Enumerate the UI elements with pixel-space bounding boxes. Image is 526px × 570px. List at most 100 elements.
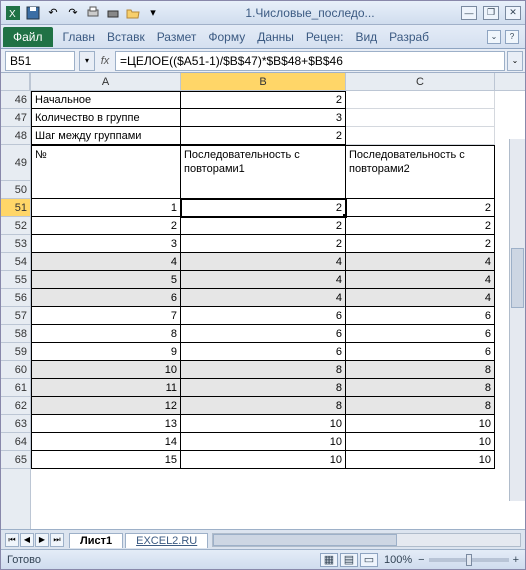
view-layout-icon[interactable]: ▤ [340, 553, 358, 567]
row-header[interactable]: 51 [1, 199, 30, 217]
help-icon[interactable]: ? [505, 30, 519, 44]
row-header[interactable]: 54 [1, 253, 30, 271]
table-row[interactable]: 14 [31, 433, 181, 451]
row-header[interactable]: 62 [1, 397, 30, 415]
cell[interactable] [346, 181, 495, 199]
cell-label[interactable]: Начальное [31, 91, 181, 109]
redo-icon[interactable]: ↷ [65, 5, 81, 21]
row-header[interactable]: 60 [1, 361, 30, 379]
cell[interactable]: 2 [346, 235, 495, 253]
cell[interactable]: 8 [346, 397, 495, 415]
cell[interactable]: 4 [346, 253, 495, 271]
print-icon[interactable] [105, 5, 121, 21]
cell[interactable] [346, 109, 495, 127]
row-header[interactable]: 57 [1, 307, 30, 325]
cell[interactable]: 4 [346, 289, 495, 307]
cell[interactable]: 8 [346, 361, 495, 379]
col-header-B[interactable]: B [181, 73, 346, 90]
cell[interactable]: 2 [181, 217, 346, 235]
sheet-tab-link[interactable]: EXCEL2.RU [125, 533, 208, 548]
ribbon-tab-formulas[interactable]: Форму [202, 27, 251, 47]
cell[interactable]: 4 [181, 289, 346, 307]
tab-nav-first-icon[interactable]: ⏮ [5, 533, 19, 547]
cell[interactable]: 4 [346, 271, 495, 289]
cell[interactable] [346, 127, 495, 145]
fx-button[interactable]: fx [95, 55, 115, 67]
cell[interactable] [181, 181, 346, 199]
tab-nav-last-icon[interactable]: ⏭ [50, 533, 64, 547]
zoom-out-button[interactable]: − [418, 554, 424, 566]
col-header-C[interactable]: C [346, 73, 495, 90]
cell-label[interactable]: Шаг между группами [31, 127, 181, 145]
table-row[interactable]: 13 [31, 415, 181, 433]
row-header[interactable]: 53 [1, 235, 30, 253]
row-header[interactable]: 49 [1, 145, 30, 181]
row-header[interactable]: 55 [1, 271, 30, 289]
cell[interactable]: 6 [181, 325, 346, 343]
cell[interactable]: 6 [346, 307, 495, 325]
ribbon-tab-developer[interactable]: Разраб [383, 27, 435, 47]
row-header[interactable]: 59 [1, 343, 30, 361]
cell[interactable]: 8 [181, 397, 346, 415]
formula-input[interactable]: =ЦЕЛОЕ(($A51-1)/$B$47)*$B$48+$B$46 [115, 51, 505, 71]
row-header[interactable]: 48 [1, 127, 30, 145]
cell[interactable]: 4 [181, 271, 346, 289]
row-header[interactable]: 61 [1, 379, 30, 397]
cell[interactable]: 10 [346, 451, 495, 469]
cell[interactable]: 10 [346, 415, 495, 433]
cell[interactable]: 2 [181, 235, 346, 253]
open-icon[interactable] [125, 5, 141, 21]
close-button[interactable]: ✕ [505, 6, 521, 20]
table-row[interactable]: 6 [31, 289, 181, 307]
zoom-in-button[interactable]: + [513, 554, 519, 566]
ribbon-tab-data[interactable]: Данны [251, 27, 300, 47]
ribbon-tab-layout[interactable]: Размет [151, 27, 203, 47]
ribbon-collapse-icon[interactable]: ⌄ [487, 30, 501, 44]
row-header[interactable]: 52 [1, 217, 30, 235]
cell[interactable]: 6 [346, 343, 495, 361]
cell[interactable]: 6 [181, 307, 346, 325]
table-row[interactable]: 12 [31, 397, 181, 415]
cell[interactable]: 2 [181, 199, 346, 217]
cell[interactable]: 8 [346, 379, 495, 397]
undo-icon[interactable]: ↶ [45, 5, 61, 21]
zoom-slider[interactable] [429, 558, 509, 562]
table-row[interactable]: 15 [31, 451, 181, 469]
ribbon-tab-view[interactable]: Вид [349, 27, 383, 47]
formula-expand-icon[interactable]: ⌄ [507, 51, 523, 71]
cell[interactable]: 4 [181, 253, 346, 271]
cell[interactable]: 6 [181, 343, 346, 361]
qat-dropdown-icon[interactable]: ▾ [145, 5, 161, 21]
table-row[interactable]: 5 [31, 271, 181, 289]
row-header[interactable]: 50 [1, 181, 30, 199]
name-box-dropdown-icon[interactable]: ▾ [79, 51, 95, 71]
row-header[interactable]: 63 [1, 415, 30, 433]
print-preview-icon[interactable] [85, 5, 101, 21]
cell[interactable]: 3 [181, 109, 346, 127]
cell[interactable]: 2 [181, 127, 346, 145]
cell[interactable]: 2 [346, 199, 495, 217]
cell[interactable] [31, 181, 181, 199]
table-row[interactable]: 11 [31, 379, 181, 397]
ribbon-tab-insert[interactable]: Вставк [101, 27, 151, 47]
tab-nav-prev-icon[interactable]: ◀ [20, 533, 34, 547]
sheet-tab-active[interactable]: Лист1 [69, 533, 123, 548]
table-row[interactable]: 10 [31, 361, 181, 379]
tab-nav-next-icon[interactable]: ▶ [35, 533, 49, 547]
zoom-level[interactable]: 100% [384, 554, 412, 566]
table-row[interactable]: 8 [31, 325, 181, 343]
row-header[interactable]: 56 [1, 289, 30, 307]
table-row[interactable]: 3 [31, 235, 181, 253]
cell[interactable]: 2 [346, 217, 495, 235]
ribbon-tab-home[interactable]: Главн [57, 27, 102, 47]
cell[interactable]: 2 [181, 91, 346, 109]
cell[interactable]: 10 [181, 451, 346, 469]
row-header[interactable]: 58 [1, 325, 30, 343]
cell-label[interactable]: Количество в группе [31, 109, 181, 127]
table-row[interactable]: 9 [31, 343, 181, 361]
ribbon-tab-review[interactable]: Рецен: [300, 27, 350, 47]
cell[interactable]: 8 [181, 379, 346, 397]
cell[interactable]: 8 [181, 361, 346, 379]
file-tab[interactable]: Файл [3, 27, 53, 47]
table-row[interactable]: 4 [31, 253, 181, 271]
